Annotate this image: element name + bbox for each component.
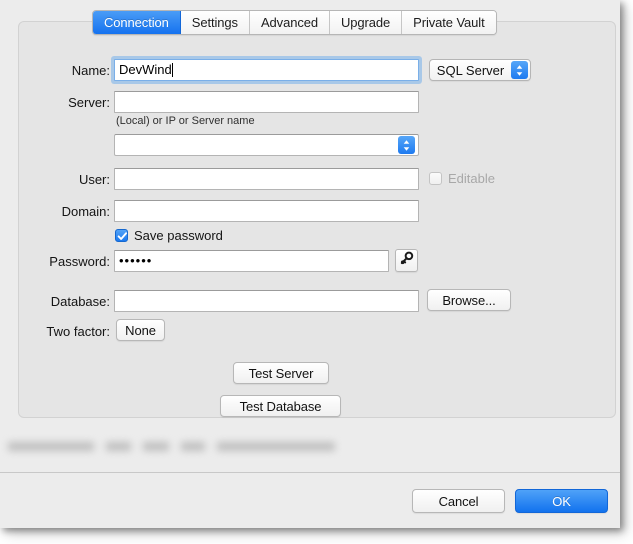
editable-checkbox-row[interactable]: Editable	[429, 171, 495, 186]
tab-upgrade[interactable]: Upgrade	[330, 11, 403, 34]
connection-dialog-window: Connection Settings Advanced Upgrade Pri…	[0, 0, 620, 528]
domain-input[interactable]	[114, 200, 419, 222]
server-type-value: SQL Server	[436, 62, 505, 78]
name-input-value: DevWind	[119, 62, 172, 77]
two-factor-label: Two factor:	[46, 324, 110, 339]
tab-connection[interactable]: Connection	[93, 11, 181, 34]
user-label: User:	[78, 172, 110, 187]
name-label: Name:	[71, 63, 110, 78]
test-database-button[interactable]: Test Database	[220, 395, 341, 417]
server-hint: (Local) or IP or Server name	[116, 115, 255, 127]
tab-settings[interactable]: Settings	[180, 11, 250, 34]
database-label: Database:	[50, 294, 110, 309]
password-label: Password:	[49, 254, 110, 269]
user-input[interactable]	[114, 168, 419, 190]
tab-advanced[interactable]: Advanced	[249, 11, 330, 34]
chevron-updown-icon[interactable]	[511, 61, 528, 79]
save-password-label: Save password	[134, 228, 223, 243]
server-type-popup[interactable]: SQL Server	[429, 59, 531, 81]
database-input[interactable]	[114, 290, 419, 312]
two-factor-button[interactable]: None	[116, 319, 165, 341]
password-input[interactable]: ••••••	[114, 250, 389, 272]
editable-checkbox[interactable]	[429, 172, 442, 185]
chevron-updown-icon[interactable]	[398, 136, 415, 154]
ok-button[interactable]: OK	[515, 489, 608, 513]
instance-combo[interactable]	[114, 134, 419, 156]
text-caret	[171, 63, 173, 77]
save-password-checkbox-row[interactable]: Save password	[115, 228, 223, 243]
tab-bar: Connection Settings Advanced Upgrade Pri…	[92, 10, 497, 35]
server-label: Server:	[68, 95, 110, 110]
redacted-status-text	[0, 432, 605, 460]
browse-button[interactable]: Browse...	[427, 289, 511, 311]
key-icon	[399, 251, 414, 271]
tab-private-vault[interactable]: Private Vault	[402, 11, 496, 34]
save-password-checkbox[interactable]	[115, 229, 128, 242]
server-input[interactable]	[114, 91, 419, 113]
cancel-button[interactable]: Cancel	[412, 489, 505, 513]
editable-label: Editable	[448, 171, 495, 186]
test-server-button[interactable]: Test Server	[233, 362, 329, 384]
name-input[interactable]: DevWind	[114, 59, 419, 81]
key-icon-button[interactable]	[395, 249, 418, 272]
domain-label: Domain:	[61, 204, 110, 219]
